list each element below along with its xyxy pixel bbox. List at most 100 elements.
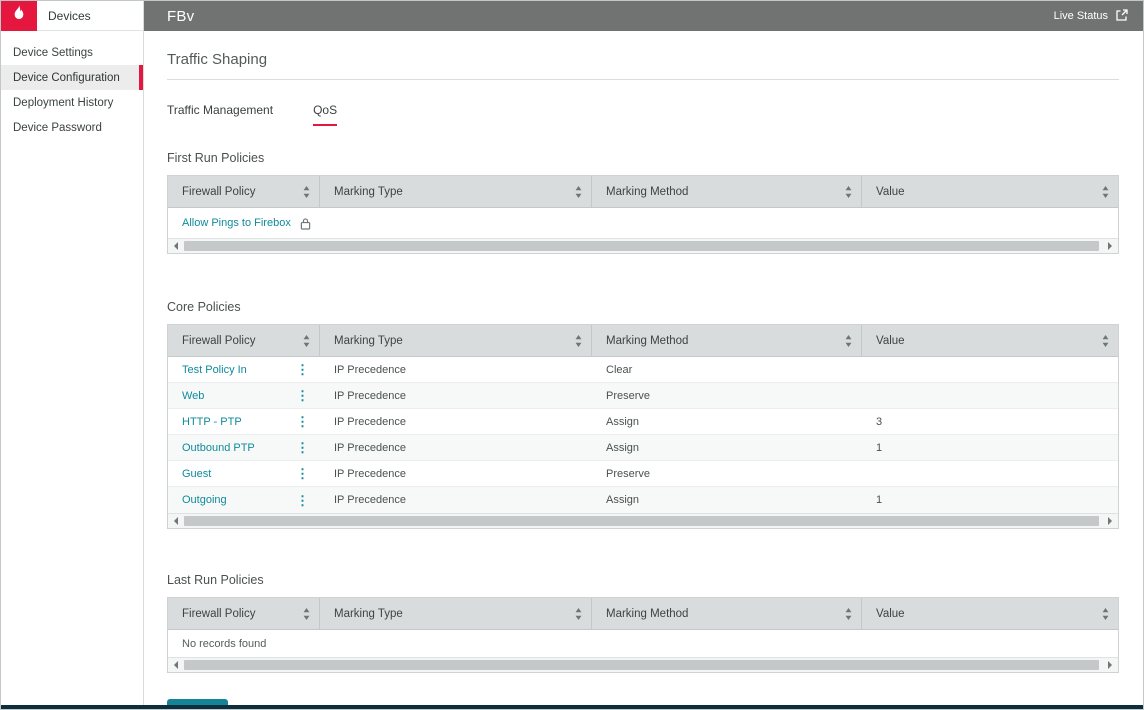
- marking-method-cell: Assign: [592, 409, 862, 434]
- column-header-marking-type[interactable]: Marking Type: [320, 598, 592, 629]
- table-row: Allow Pings to Firebox: [168, 208, 1118, 238]
- kebab-menu-icon[interactable]: ⋮: [294, 415, 311, 428]
- sidebar-item-deployment-history[interactable]: Deployment History: [1, 90, 143, 115]
- column-header-marking-method[interactable]: Marking Method: [592, 325, 862, 356]
- sort-arrows-icon[interactable]: [303, 608, 310, 620]
- scroll-right-arrow[interactable]: [1103, 658, 1118, 672]
- watchguard-logo[interactable]: [1, 1, 37, 31]
- scroll-right-arrow[interactable]: [1103, 514, 1118, 528]
- policy-link[interactable]: Outgoing: [182, 494, 227, 506]
- policy-link[interactable]: Web: [182, 390, 204, 402]
- policy-link[interactable]: Test Policy In: [182, 364, 247, 376]
- column-label: Marking Method: [606, 186, 688, 198]
- marking-method-cell: Assign: [592, 435, 862, 460]
- scrollbar-thumb[interactable]: [184, 241, 1099, 251]
- column-label: Value: [876, 186, 905, 198]
- policy-link[interactable]: Outbound PTP: [182, 442, 255, 454]
- sort-arrows-icon[interactable]: [575, 335, 582, 347]
- column-label: Marking Type: [334, 335, 403, 347]
- horizontal-scrollbar[interactable]: [168, 657, 1118, 672]
- first-run-policies-table: Firewall PolicyMarking Type Marking Metho…: [167, 175, 1119, 254]
- table-body: Allow Pings to Firebox: [168, 208, 1118, 238]
- tab-traffic-management[interactable]: Traffic Management: [167, 103, 273, 126]
- sidebar: Devices Device Settings Device Configura…: [1, 1, 144, 705]
- kebab-menu-icon[interactable]: ⋮: [294, 467, 311, 480]
- scroll-right-arrow[interactable]: [1103, 239, 1118, 253]
- column-label: Marking Type: [334, 608, 403, 620]
- column-header-firewall-policy[interactable]: Firewall Policy: [168, 598, 320, 629]
- sort-arrows-icon[interactable]: [845, 335, 852, 347]
- marking-method-cell: Preserve: [592, 383, 862, 408]
- marking-method-cell: Assign: [592, 487, 862, 513]
- column-label: Marking Method: [606, 335, 688, 347]
- kebab-menu-icon[interactable]: ⋮: [294, 494, 311, 507]
- value-cell: [862, 208, 1118, 238]
- scroll-left-arrow[interactable]: [168, 514, 183, 528]
- sort-arrows-icon[interactable]: [1102, 608, 1109, 620]
- column-header-firewall-policy[interactable]: Firewall Policy: [168, 325, 320, 356]
- last-run-policies-table: Firewall Policy Marking Type Marking Metho…: [167, 597, 1119, 673]
- column-header-firewall-policy[interactable]: Firewall Policy: [168, 176, 320, 207]
- horizontal-scrollbar[interactable]: [168, 513, 1118, 528]
- sort-arrows-icon[interactable]: [575, 186, 582, 198]
- marking-type-cell: IP Precedence: [320, 435, 592, 460]
- table-row: Outbound PTP ⋮ IP PrecedenceAssign1: [168, 435, 1118, 461]
- marking-type-cell: IP Precedence: [320, 357, 592, 382]
- column-header-marking-method[interactable]: Marking Method: [592, 176, 862, 207]
- kebab-menu-icon[interactable]: ⋮: [294, 441, 311, 454]
- sort-arrows-icon[interactable]: [845, 186, 852, 198]
- column-header-marking-method[interactable]: Marking Method: [592, 598, 862, 629]
- tab-qos[interactable]: QoS: [313, 103, 337, 126]
- live-status-label: Live Status: [1054, 10, 1108, 22]
- policy-link[interactable]: HTTP - PTP: [182, 416, 242, 428]
- live-status-link[interactable]: Live Status: [1054, 8, 1129, 25]
- kebab-menu-icon[interactable]: ⋮: [294, 389, 311, 402]
- scrollbar-thumb[interactable]: [184, 516, 1099, 526]
- sort-arrows-icon[interactable]: [1102, 335, 1109, 347]
- policy-link[interactable]: Allow Pings to Firebox: [182, 217, 291, 229]
- column-header-value[interactable]: Value: [862, 176, 1118, 207]
- firewall-policy-cell: Allow Pings to Firebox: [168, 208, 320, 238]
- policy-link[interactable]: Guest: [182, 468, 211, 480]
- sidebar-item-device-configuration[interactable]: Device Configuration: [1, 65, 143, 90]
- scroll-left-arrow[interactable]: [168, 239, 183, 253]
- sidebar-item-device-password[interactable]: Device Password: [1, 115, 143, 140]
- column-header-value[interactable]: Value: [862, 598, 1118, 629]
- table-row: Outgoing ⋮ IP PrecedenceAssign1: [168, 487, 1118, 513]
- page-title: Traffic Shaping: [167, 51, 1119, 68]
- marking-type-cell: IP Precedence: [320, 487, 592, 513]
- sort-arrows-icon[interactable]: [1102, 186, 1109, 198]
- firewall-policy-cell: HTTP - PTP ⋮: [168, 409, 320, 434]
- marking-type-cell: [320, 208, 592, 238]
- sort-arrows-icon[interactable]: [303, 335, 310, 347]
- table-row: HTTP - PTP⋮IP PrecedenceAssign3: [168, 409, 1118, 435]
- column-label: Firewall Policy: [182, 608, 256, 620]
- value-cell: 1: [862, 435, 1118, 460]
- table-header-row: Firewall Policy Marking Type Marking Metho…: [168, 598, 1118, 630]
- marking-method-cell: Clear: [592, 357, 862, 382]
- sidebar-item-device-settings[interactable]: Device Settings: [1, 40, 143, 65]
- external-link-icon: [1115, 8, 1129, 25]
- kebab-menu-icon[interactable]: ⋮: [294, 363, 311, 376]
- column-header-marking-type[interactable]: Marking Type: [320, 325, 592, 356]
- table-body: No records found: [168, 630, 1118, 657]
- sort-arrows-icon[interactable]: [575, 608, 582, 620]
- sidebar-nav: Device Settings Device Configuration Dep…: [1, 31, 143, 140]
- horizontal-scrollbar[interactable]: [168, 238, 1118, 253]
- scroll-left-arrow[interactable]: [168, 658, 183, 672]
- firewall-policy-cell: Guest ⋮: [168, 461, 320, 486]
- page-content: Traffic Shaping Traffic Management QoS F…: [144, 31, 1143, 705]
- main-area: FBv Live Status Traffic Shaping Traffic …: [144, 1, 1143, 705]
- firewall-policy-cell: Test Policy In ⋮: [168, 357, 320, 382]
- sort-arrows-icon[interactable]: [303, 186, 310, 198]
- value-cell: 1: [862, 487, 1118, 513]
- column-header-marking-type[interactable]: Marking Type: [320, 176, 592, 207]
- scrollbar-thumb[interactable]: [184, 660, 1099, 670]
- core-policies-table: Firewall Policy Marking Type Marking Metho…: [167, 324, 1119, 529]
- marking-method-cell: [592, 208, 862, 238]
- value-cell: [862, 357, 1118, 382]
- sidebar-brand-label: Devices: [48, 9, 91, 23]
- column-header-value[interactable]: Value: [862, 325, 1118, 356]
- sort-arrows-icon[interactable]: [845, 608, 852, 620]
- column-label: Value: [876, 335, 905, 347]
